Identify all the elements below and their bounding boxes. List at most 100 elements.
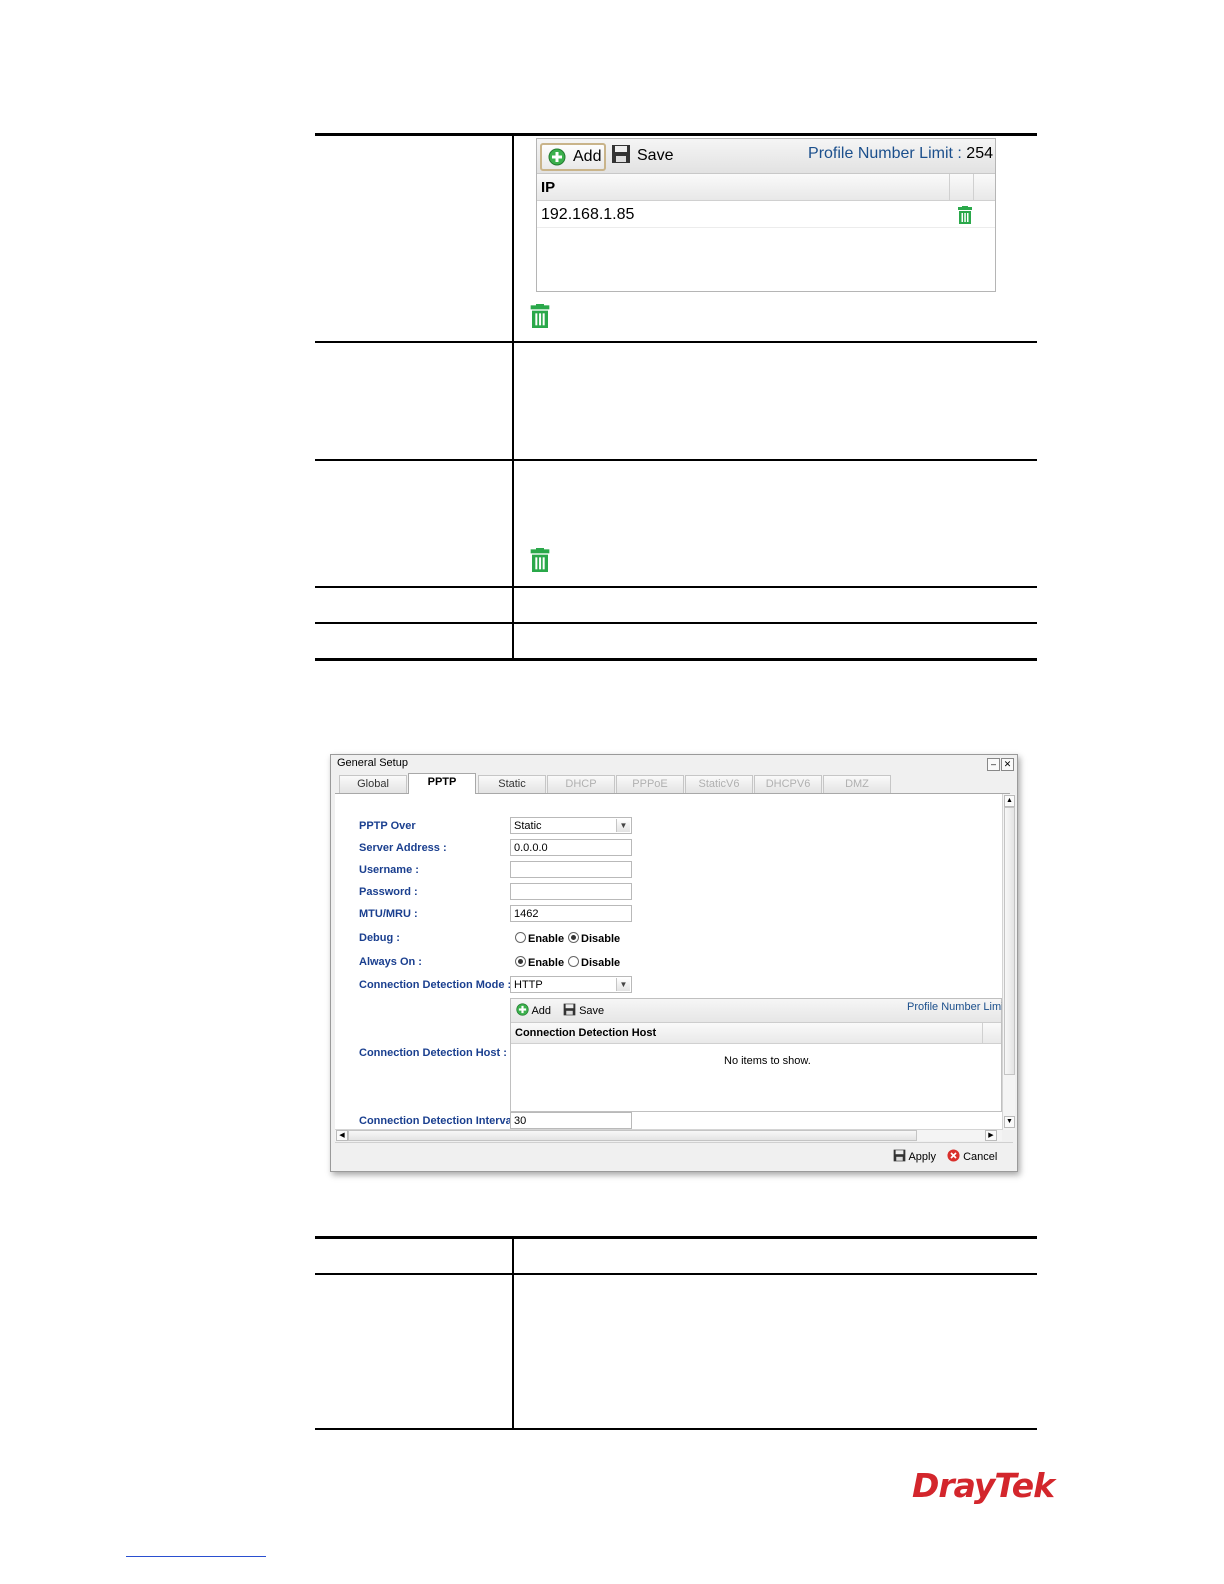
- horizontal-scrollbar[interactable]: ◀ ▶: [335, 1129, 1002, 1141]
- dialog-title: General Setup: [337, 757, 408, 769]
- add-button[interactable]: Add: [516, 1003, 551, 1017]
- draytek-logo: DrayTek: [912, 1466, 1055, 1505]
- add-icon: [548, 148, 566, 174]
- save-icon: [893, 1149, 906, 1162]
- general-setup-dialog: General Setup – ✕ Global PPTP Static DHC…: [330, 754, 1018, 1172]
- scroll-down-icon: ▼: [1004, 1116, 1015, 1128]
- radio-circle-icon: [568, 956, 579, 967]
- pptp-over-label: PPTP Over: [359, 820, 416, 832]
- add-icon: [516, 1003, 529, 1016]
- empty-message: No items to show.: [724, 1055, 811, 1067]
- pptp-settings-pane: PPTP Over Static ▼ Server Address : 0.0.…: [335, 794, 1002, 1130]
- pptp-over-select[interactable]: Static ▼: [510, 817, 632, 834]
- scroll-thumb[interactable]: [1004, 807, 1015, 1075]
- tab-dmz[interactable]: DMZ: [823, 775, 891, 793]
- tab-dhcp[interactable]: DHCP: [547, 775, 615, 793]
- always-on-disable-radio[interactable]: Disable: [568, 956, 620, 969]
- tab-pppoe[interactable]: PPPoE: [616, 775, 684, 793]
- radio-circle-icon: [515, 932, 526, 943]
- add-label: Add: [531, 1005, 552, 1017]
- detection-interval-label: Connection Detection Interval :: [359, 1115, 522, 1127]
- pptp-over-value: Static: [514, 820, 542, 832]
- always-on-label: Always On :: [359, 956, 422, 968]
- always-on-enable-label: Enable: [528, 957, 565, 969]
- detection-mode-select[interactable]: HTTP ▼: [510, 976, 632, 993]
- debug-label: Debug :: [359, 932, 400, 944]
- save-label: Save: [637, 147, 674, 164]
- cancel-button[interactable]: Cancel: [947, 1149, 997, 1163]
- debug-disable-label: Disable: [581, 933, 621, 945]
- profile-number-limit: Profile Number Limit : 254: [808, 145, 993, 163]
- dialog-footer: Apply Cancel: [335, 1142, 1013, 1168]
- username-input[interactable]: [510, 861, 632, 878]
- password-label: Password :: [359, 886, 418, 898]
- save-icon: [611, 144, 631, 173]
- tab-pptp[interactable]: PPTP: [408, 773, 476, 794]
- tab-dhcpv6[interactable]: DHCPV6: [754, 775, 822, 793]
- scroll-thumb[interactable]: [348, 1130, 917, 1141]
- limit-label: Profile Number Limit :: [808, 145, 962, 162]
- host-column-label: Connection Detection Host: [515, 1027, 657, 1039]
- debug-disable-radio[interactable]: Disable: [568, 932, 620, 945]
- cancel-label: Cancel: [963, 1151, 998, 1163]
- table1-divider: [512, 135, 514, 659]
- scroll-right-icon: ▶: [985, 1130, 997, 1141]
- header-separator: [982, 1023, 983, 1043]
- save-button[interactable]: Save: [563, 1003, 604, 1017]
- table1-top-border: [315, 133, 1037, 136]
- add-button[interactable]: Add: [540, 143, 606, 171]
- ip-value: 192.168.1.85: [541, 206, 635, 223]
- host-grid-toolbar: Add Save Profile Number Limi: [511, 999, 1002, 1023]
- close-button[interactable]: ✕: [1001, 758, 1014, 771]
- table1-row-divider: [315, 459, 1037, 461]
- profile-number-limit: Profile Number Limi: [907, 1001, 1002, 1013]
- apply-button[interactable]: Apply: [893, 1149, 936, 1163]
- trash-icon: [529, 304, 551, 333]
- detection-host-label: Connection Detection Host :: [359, 1047, 507, 1059]
- vertical-scrollbar[interactable]: ▲ ▼: [1002, 794, 1015, 1130]
- table1-bottom-border: [315, 658, 1037, 661]
- table-row[interactable]: 192.168.1.85: [537, 201, 995, 228]
- tab-global[interactable]: Global: [339, 775, 407, 793]
- save-label: Save: [579, 1005, 605, 1017]
- table1-row-divider: [315, 622, 1037, 624]
- cancel-icon: [947, 1149, 960, 1162]
- scroll-left-icon: ◀: [336, 1130, 348, 1141]
- username-label: Username :: [359, 864, 419, 876]
- detection-mode-value: HTTP: [514, 979, 543, 991]
- host-column-header: Connection Detection Host: [511, 1023, 1001, 1044]
- header-separator: [949, 174, 950, 200]
- detection-interval-input[interactable]: 30: [510, 1112, 632, 1129]
- debug-enable-radio[interactable]: Enable: [515, 932, 564, 945]
- trash-icon[interactable]: [957, 206, 973, 229]
- tab-static[interactable]: Static: [478, 775, 546, 793]
- chevron-down-icon: ▼: [616, 978, 630, 991]
- table2-bottom-border: [315, 1428, 1037, 1430]
- table1-row-divider: [315, 341, 1037, 343]
- server-address-label: Server Address :: [359, 842, 447, 854]
- ip-column-header: IP: [537, 174, 995, 201]
- ip-column-label: IP: [541, 179, 556, 196]
- server-address-input[interactable]: 0.0.0.0: [510, 839, 632, 856]
- mtu-mru-input[interactable]: 1462: [510, 905, 632, 922]
- save-icon: [563, 1003, 576, 1016]
- tab-bar: Global PPTP Static DHCP PPPoE StaticV6 D…: [335, 773, 1010, 794]
- radio-checked-icon: [515, 956, 526, 967]
- always-on-enable-radio[interactable]: Enable: [515, 956, 564, 969]
- minimize-button[interactable]: –: [987, 758, 1000, 771]
- ip-list-toolbar: Add Save Profile Number Limit : 254: [537, 139, 995, 174]
- table1-row-divider: [315, 586, 1037, 588]
- radio-checked-icon: [568, 932, 579, 943]
- chevron-down-icon: ▼: [616, 819, 630, 832]
- tab-staticv6[interactable]: StaticV6: [685, 775, 753, 793]
- ip-list-widget: Add Save Profile Number Limit : 254 IP 1…: [536, 138, 996, 292]
- page-link-underline: [126, 1556, 266, 1557]
- scroll-up-icon: ▲: [1004, 795, 1015, 807]
- header-separator: [973, 174, 974, 200]
- password-input[interactable]: [510, 883, 632, 900]
- table2-top-border: [315, 1236, 1037, 1239]
- always-on-disable-label: Disable: [581, 957, 621, 969]
- limit-value: 254: [966, 145, 993, 162]
- detection-host-grid: Add Save Profile Number Limi Connection …: [510, 998, 1002, 1112]
- table2-divider: [512, 1238, 514, 1429]
